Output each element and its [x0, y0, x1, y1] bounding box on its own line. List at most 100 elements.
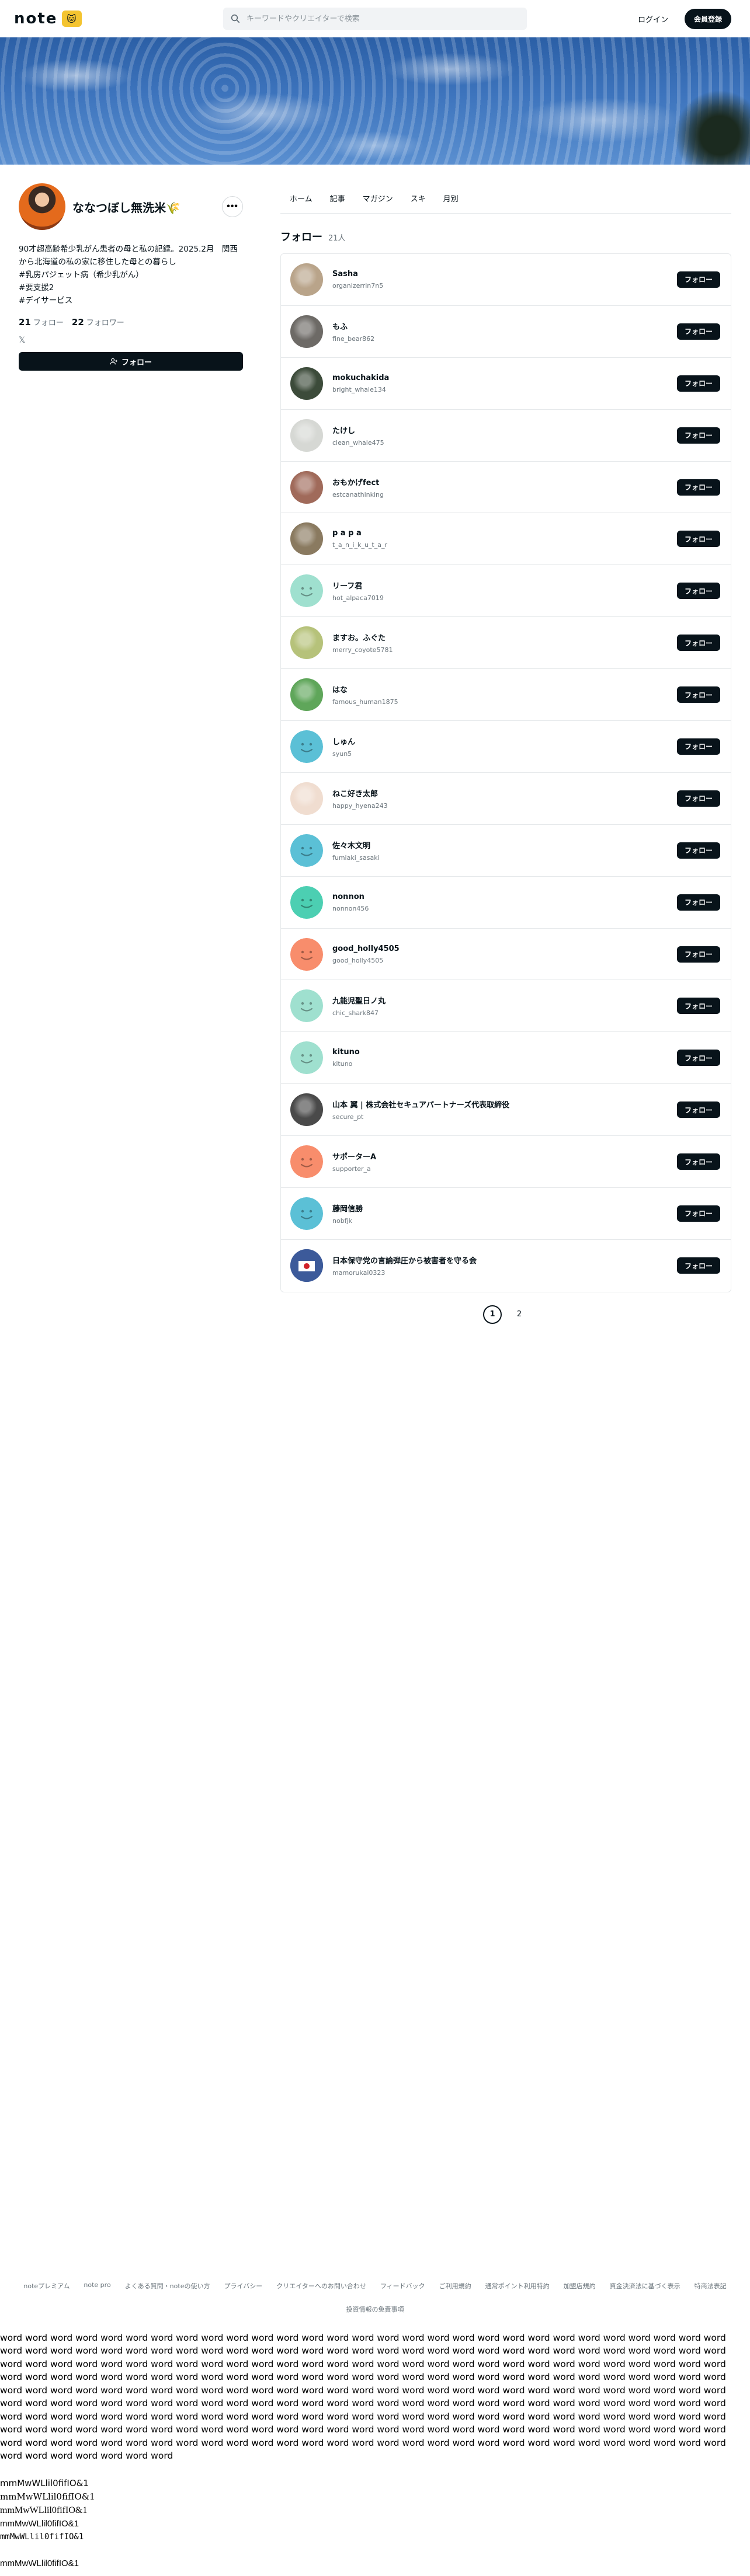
search-input[interactable] — [246, 14, 504, 23]
user-avatar[interactable] — [290, 1093, 323, 1127]
user-name[interactable]: 佐々木文明 — [332, 839, 677, 850]
user-name[interactable]: 藤岡信勝 — [332, 1202, 677, 1214]
tab-monthly[interactable]: 月別 — [443, 193, 459, 204]
search-box[interactable] — [223, 8, 527, 30]
tab-articles[interactable]: 記事 — [330, 193, 345, 204]
page-1-button[interactable]: 1 — [483, 1305, 502, 1324]
note-logo[interactable]: note 🐱 — [14, 10, 82, 27]
footer-link[interactable]: 特商法表記 — [695, 2281, 727, 2291]
follow-button[interactable]: フォロー — [677, 738, 720, 755]
user-avatar[interactable] — [290, 626, 323, 660]
list-item[interactable]: しゅん syun5 フォロー — [281, 721, 731, 773]
following-stat[interactable]: 21 フォロー — [19, 316, 64, 327]
default-smile-avatar[interactable] — [290, 1145, 323, 1179]
user-avatar[interactable] — [290, 522, 323, 556]
default-smile-avatar[interactable] — [290, 989, 323, 1023]
footer-link[interactable]: プライバシー — [224, 2281, 262, 2291]
user-avatar[interactable] — [290, 367, 323, 400]
user-name[interactable]: たけし — [332, 424, 677, 435]
follow-button[interactable]: フォロー — [677, 946, 720, 963]
follow-button[interactable]: フォロー — [677, 375, 720, 392]
user-name[interactable]: リーフ君 — [332, 580, 677, 591]
user-name[interactable]: ねこ好き太郎 — [332, 787, 677, 799]
user-name[interactable]: mokuchakida — [332, 374, 677, 382]
default-smile-avatar[interactable] — [290, 730, 323, 763]
follow-button[interactable]: フォロー — [677, 790, 720, 807]
followers-stat[interactable]: 22 フォロワー — [72, 316, 124, 327]
user-name[interactable]: もふ — [332, 320, 677, 332]
list-item[interactable]: 藤岡信勝 nobfjk フォロー — [281, 1188, 731, 1240]
user-avatar[interactable] — [290, 1249, 323, 1282]
user-name[interactable]: サポーターA — [332, 1151, 677, 1162]
user-avatar[interactable] — [290, 419, 323, 452]
user-avatar[interactable] — [290, 315, 323, 348]
user-name[interactable]: kituno — [332, 1048, 677, 1057]
follow-button[interactable]: フォロー — [677, 479, 720, 496]
user-name[interactable]: しゅん — [332, 735, 677, 747]
x-icon[interactable]: 𝕏 — [19, 336, 243, 345]
follow-button[interactable]: フォロー — [677, 894, 720, 911]
follow-button[interactable]: フォロー — [677, 271, 720, 288]
user-avatar[interactable] — [290, 470, 323, 504]
list-item[interactable]: 佐々木文明 fumiaki_sasaki フォロー — [281, 825, 731, 877]
footer-link[interactable]: フィードバック — [380, 2281, 425, 2291]
signup-button[interactable]: 会員登録 — [684, 8, 731, 29]
follow-button[interactable]: フォロー — [677, 635, 720, 651]
footer-link[interactable]: note pro — [84, 2281, 110, 2291]
tab-magazines[interactable]: マガジン — [363, 193, 393, 204]
footer-link[interactable]: クリエイターへのお問い合わせ — [276, 2281, 366, 2291]
login-link[interactable]: ログイン — [632, 9, 674, 29]
default-smile-avatar[interactable] — [290, 1041, 323, 1075]
follow-button[interactable]: フォロー — [677, 842, 720, 859]
default-smile-avatar[interactable] — [290, 834, 323, 867]
list-item[interactable]: 山本 翼 | 株式会社セキュアパートナーズ代表取締役 secure_pt フォロー — [281, 1084, 731, 1137]
user-name[interactable]: Sasha — [332, 270, 677, 278]
list-item[interactable]: 九能児聖日ノ丸 chic_shark847 フォロー — [281, 980, 731, 1033]
follow-button[interactable]: フォロー — [677, 1153, 720, 1170]
tab-home[interactable]: ホーム — [290, 193, 312, 204]
footer-link[interactable]: 加盟店規約 — [564, 2281, 596, 2291]
user-name[interactable]: 九能児聖日ノ丸 — [332, 995, 677, 1006]
user-name[interactable]: 日本保守党の言論弾圧から被害者を守る会 — [332, 1254, 677, 1266]
list-item[interactable]: リーフ君 hot_alpaca7019 フォロー — [281, 565, 731, 618]
follow-button[interactable]: フォロー — [677, 686, 720, 703]
page-2-button[interactable]: 2 — [510, 1305, 529, 1324]
user-name[interactable]: nonnon — [332, 893, 677, 901]
follow-button[interactable]: フォロー — [677, 323, 720, 340]
follow-button[interactable]: フォロー — [677, 427, 720, 444]
tab-likes[interactable]: スキ — [411, 193, 426, 204]
user-name[interactable]: ますお。ふぐた — [332, 632, 677, 643]
profile-follow-button[interactable]: フォロー — [19, 352, 243, 371]
user-name[interactable]: good_holly4505 — [332, 944, 677, 953]
user-name[interactable]: はな — [332, 684, 677, 695]
user-name[interactable]: おもかげfect — [332, 476, 677, 487]
more-options-button[interactable]: ••• — [222, 196, 243, 217]
footer-link[interactable]: ご利用規約 — [439, 2281, 471, 2291]
list-item[interactable]: サポーターA supporter_a フォロー — [281, 1136, 731, 1188]
footer-link[interactable]: よくある質問・noteの使い方 — [125, 2281, 210, 2291]
default-smile-avatar[interactable] — [290, 574, 323, 608]
default-smile-avatar[interactable] — [290, 937, 323, 971]
default-smile-avatar[interactable] — [290, 1197, 323, 1230]
list-item[interactable]: ねこ好き太郎 happy_hyena243 フォロー — [281, 773, 731, 825]
list-item[interactable]: もふ fine_bear862 フォロー — [281, 306, 731, 358]
default-smile-avatar[interactable] — [290, 886, 323, 919]
list-item[interactable]: おもかげfect estcanathinking フォロー — [281, 462, 731, 514]
user-avatar[interactable] — [290, 263, 323, 296]
footer-link[interactable]: 資金決済法に基づく表示 — [610, 2281, 680, 2291]
user-name[interactable]: p a p a — [332, 529, 677, 538]
follow-button[interactable]: フォロー — [677, 1257, 720, 1274]
user-avatar[interactable] — [290, 678, 323, 712]
list-item[interactable]: p a p a t_a_n_i_k_u_t_a_r フォロー — [281, 513, 731, 566]
footer-disclaimer-link[interactable]: 投資情報の免責事項 — [0, 2305, 750, 2314]
list-item[interactable]: good_holly4505 good_holly4505 フォロー — [281, 929, 731, 981]
follow-button[interactable]: フォロー — [677, 998, 720, 1015]
list-item[interactable]: Sasha organizerrin7n5 フォロー — [281, 254, 731, 306]
follow-button[interactable]: フォロー — [677, 1050, 720, 1066]
footer-link[interactable]: 通常ポイント利用特約 — [485, 2281, 550, 2291]
footer-link[interactable]: noteプレミアム — [23, 2281, 70, 2291]
follow-button[interactable]: フォロー — [677, 583, 720, 599]
list-item[interactable]: たけし clean_whale475 フォロー — [281, 410, 731, 462]
list-item[interactable]: 日本保守党の言論弾圧から被害者を守る会 mamorukai0323 フォロー — [281, 1240, 731, 1292]
follow-button[interactable]: フォロー — [677, 1205, 720, 1222]
